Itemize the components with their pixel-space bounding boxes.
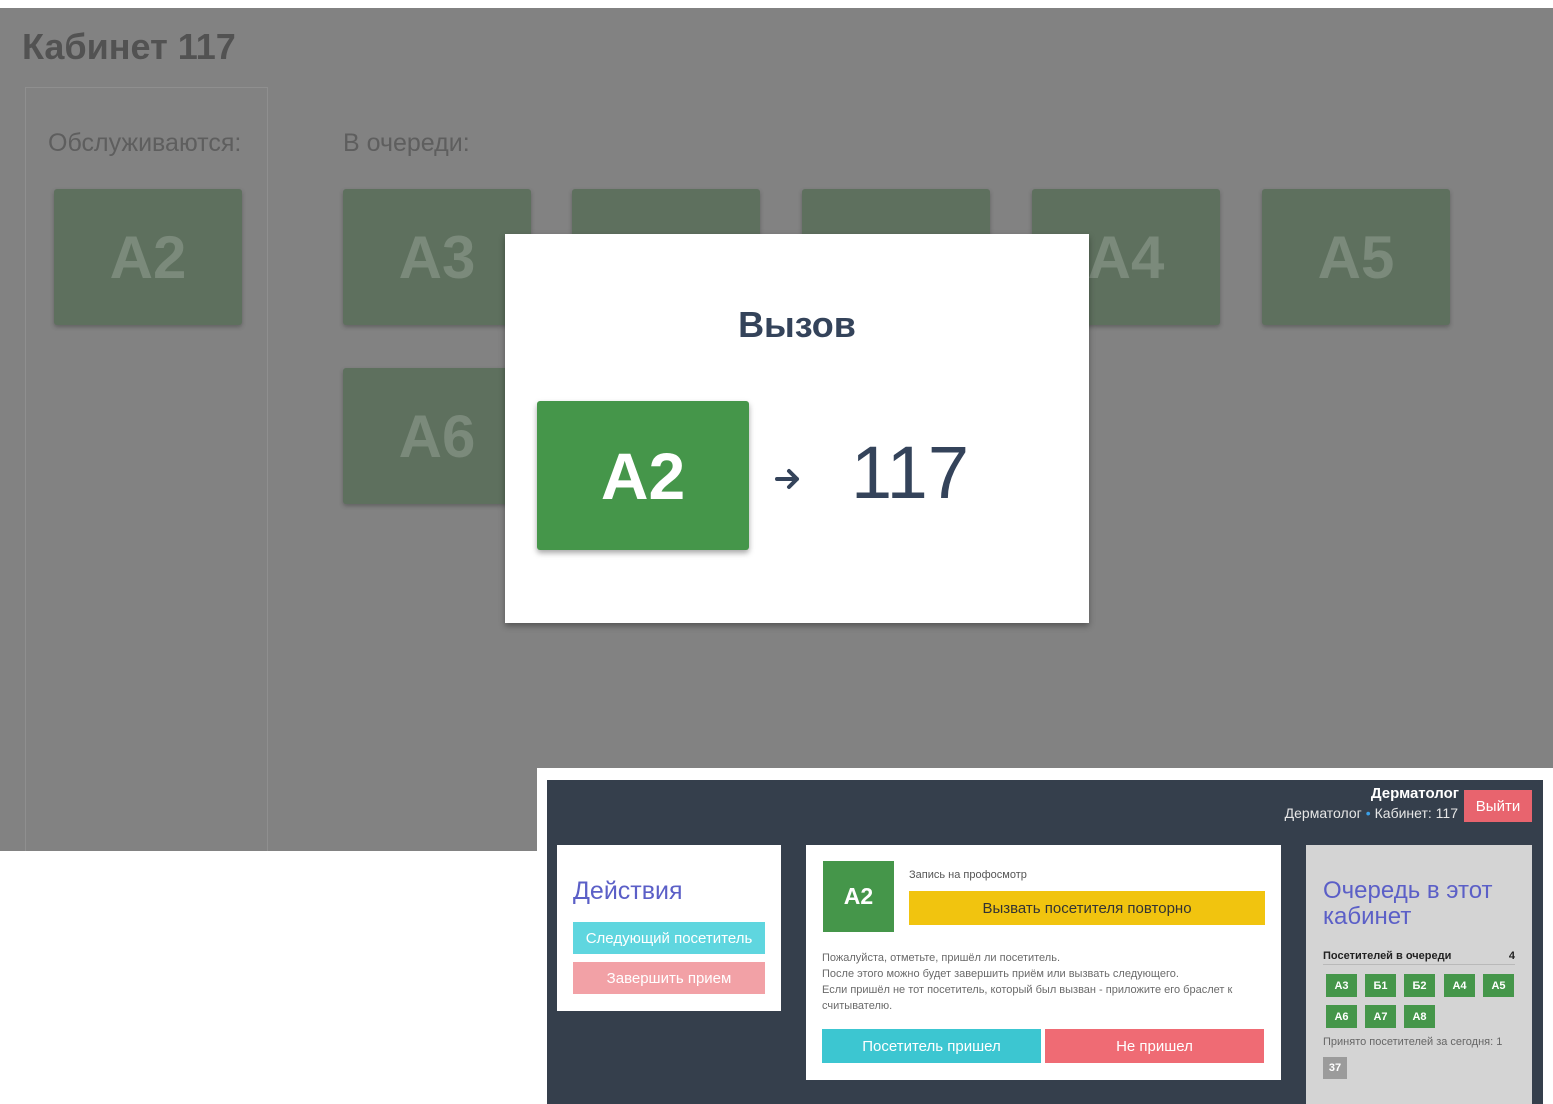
queue-chip[interactable]: A8 [1404, 1005, 1435, 1028]
logout-button[interactable]: Выйти [1464, 790, 1532, 822]
display-screen: Кабинет 117 Обслуживаются: В очереди: A2… [0, 8, 1553, 851]
served-ticket-chip: 37 [1323, 1057, 1347, 1079]
current-ticket: A2 [823, 861, 894, 932]
queue-card: Очередь в этот кабинет Посетителей в оче… [1306, 845, 1532, 1104]
queue-chip[interactable]: A3 [1326, 974, 1357, 997]
queue-ticket: A6 [343, 368, 531, 504]
current-visitor-card: A2 Запись на профосмотр Вызвать посетите… [806, 845, 1281, 1080]
next-visitor-button[interactable]: Следующий посетитель [573, 922, 765, 954]
serving-label: Обслуживаются: [48, 129, 242, 157]
instruction-line: После этого можно будет завершить приём … [822, 968, 1179, 980]
visitor-not-came-button[interactable]: Не пришел [1045, 1029, 1264, 1063]
instructions-text: Пожалуйста, отметьте, пришёл ли посетите… [822, 950, 1267, 1014]
call-modal: Вызов A2 117 [505, 234, 1089, 623]
queue-ticket: A5 [1262, 189, 1450, 325]
queue-ticket: A3 [343, 189, 531, 325]
finish-appointment-button[interactable]: Завершить прием [573, 962, 765, 994]
queue-chip[interactable]: A5 [1483, 974, 1514, 997]
arrow-right-icon [775, 469, 799, 489]
queue-chip[interactable]: Б1 [1365, 974, 1396, 997]
queue-chip[interactable]: A6 [1326, 1005, 1357, 1028]
operator-panel: Дерматолог Дерматолог • Кабинет: 117 Выйти… [537, 768, 1553, 1104]
user-info: Дерматолог • Кабинет: 117 [1285, 805, 1458, 821]
modal-title: Вызов [738, 304, 856, 345]
actions-card: Действия Следующий посетитель Завершить … [557, 845, 781, 1011]
queue-label: В очереди: [343, 129, 470, 157]
queue-chip[interactable]: A7 [1365, 1005, 1396, 1028]
room-title: Кабинет 117 [22, 26, 236, 67]
instruction-line: Пожалуйста, отметьте, пришёл ли посетите… [822, 952, 1061, 964]
user-name: Дерматолог [1370, 785, 1459, 802]
serving-ticket: A2 [54, 189, 242, 325]
visit-purpose: Запись на профосмотр [909, 869, 1027, 881]
queue-count-label: Посетителей в очереди [1323, 950, 1452, 962]
actions-title: Действия [573, 877, 683, 905]
queue-title: Очередь в этот кабинет [1323, 877, 1493, 930]
user-room: Кабинет: 117 [1374, 805, 1458, 821]
modal-ticket: A2 [537, 401, 749, 550]
instruction-line: Если пришёл не тот посетитель, который б… [822, 984, 1233, 1012]
modal-room-number: 117 [851, 431, 969, 514]
served-today-label: Принято посетителей за сегодня: 1 [1323, 1036, 1503, 1048]
dot-separator-icon: • [1365, 805, 1371, 821]
visitor-came-button[interactable]: Посетитель пришел [822, 1029, 1041, 1063]
recall-visitor-button[interactable]: Вызвать посетителя повторно [909, 891, 1265, 925]
user-specialty: Дерматолог [1284, 805, 1362, 821]
queue-chip[interactable]: A4 [1444, 974, 1475, 997]
queue-count-row: Посетителей в очереди 4 [1323, 950, 1515, 965]
queue-count-value: 4 [1508, 950, 1515, 962]
queue-chip[interactable]: Б2 [1404, 974, 1435, 997]
